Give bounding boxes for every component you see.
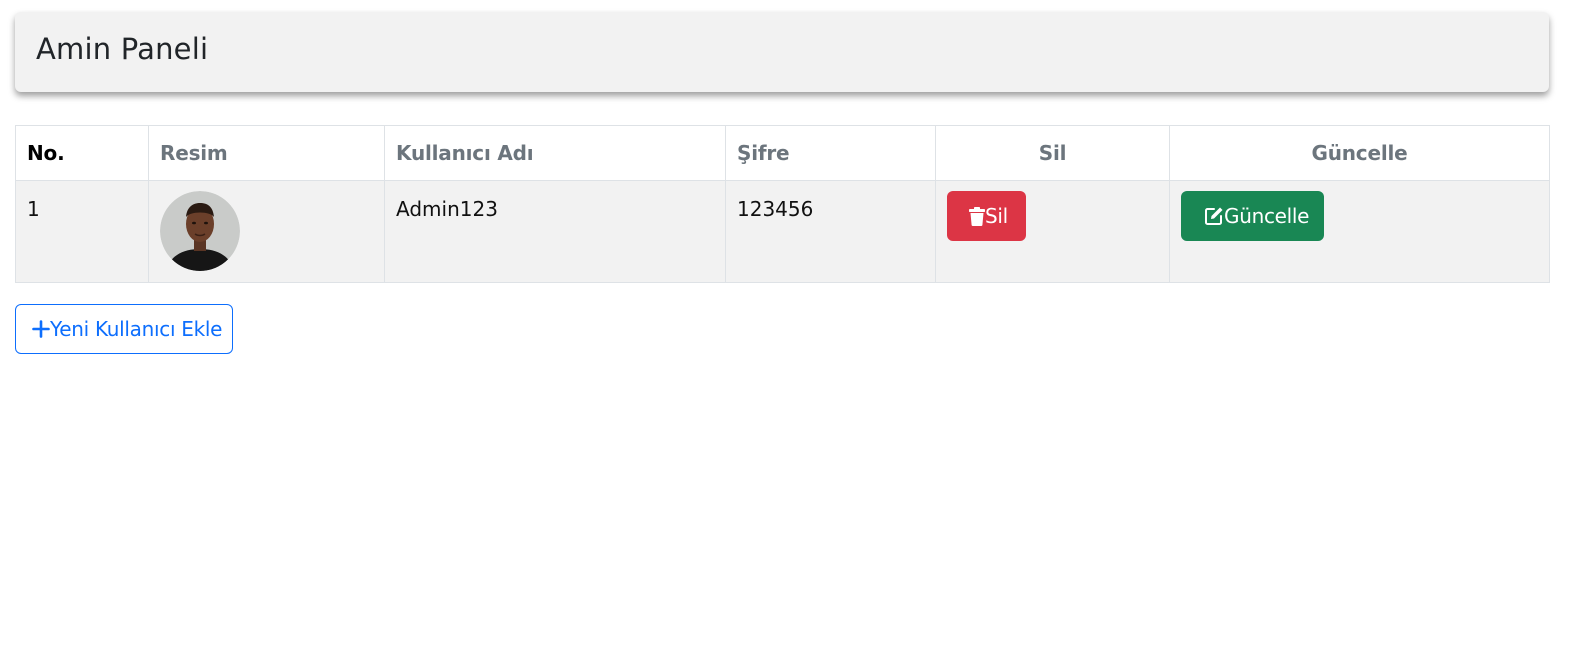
cell-username: Admin123: [384, 180, 726, 283]
cell-update: Güncelle: [1169, 180, 1550, 283]
delete-button-label: Sil: [985, 204, 1008, 228]
column-header-no: No.: [15, 125, 149, 181]
user-avatar: [160, 191, 240, 271]
plus-icon: [32, 320, 50, 338]
update-button-label: Güncelle: [1224, 204, 1310, 228]
add-user-button-label: Yeni Kullanıcı Ekle: [50, 317, 223, 341]
cell-delete: Sil: [935, 180, 1170, 283]
update-button[interactable]: Güncelle: [1181, 191, 1324, 241]
trash-icon: [969, 206, 985, 226]
column-header-password: Şifre: [725, 125, 936, 181]
header-card: Amin Paneli: [15, 12, 1549, 92]
column-header-delete: Sil: [935, 125, 1170, 181]
table-header-row: No. Resim Kullanıcı Adı Şifre Sil Güncel…: [15, 125, 1550, 181]
column-header-update: Güncelle: [1169, 125, 1550, 181]
page-title: Amin Paneli: [36, 31, 209, 66]
cell-image: [148, 180, 385, 283]
edit-icon: [1205, 207, 1223, 225]
column-header-username: Kullanıcı Adı: [384, 125, 726, 181]
delete-button[interactable]: Sil: [947, 191, 1026, 241]
add-user-button[interactable]: Yeni Kullanıcı Ekle: [15, 304, 233, 354]
cell-password: 123456: [725, 180, 936, 283]
cell-no: 1: [15, 180, 149, 283]
column-header-image: Resim: [148, 125, 385, 181]
table-row: 1 Admin123 123456 Sil Güncelle: [15, 180, 1550, 283]
users-table: No. Resim Kullanıcı Adı Şifre Sil Güncel…: [15, 125, 1550, 283]
